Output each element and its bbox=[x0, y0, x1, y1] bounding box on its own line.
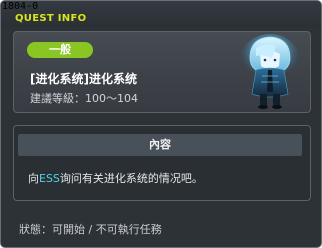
description-prefix: 向 bbox=[28, 172, 39, 185]
level-requirement: 建議等級：100～104 bbox=[30, 92, 138, 105]
window-id-label: 1804-0 bbox=[2, 1, 39, 12]
quest-info-window: QUEST INFO 一般 [进化系统]进化系统 建議等級：100～104 內容… bbox=[0, 0, 322, 248]
window-title: QUEST INFO bbox=[15, 13, 87, 24]
description-suffix: 询问有关进化系统的情况吧。 bbox=[59, 172, 203, 185]
content-header: 內容 bbox=[18, 134, 302, 156]
quest-description: 向ESS询问有关进化系统的情况吧。 bbox=[28, 170, 203, 186]
npc-portrait-icon bbox=[240, 34, 300, 109]
quest-status: 狀態：可開始 / 不可執行任務 bbox=[19, 223, 162, 236]
quest-category-badge: 一般 bbox=[27, 42, 93, 58]
quest-content-panel: 內容 向ESS询问有关进化系统的情况吧。 bbox=[13, 125, 311, 201]
title-bar[interactable]: QUEST INFO bbox=[1, 1, 321, 27]
quest-name: [进化系统]进化系统 bbox=[30, 72, 137, 86]
npc-name-link[interactable]: ESS bbox=[39, 172, 60, 185]
quest-summary-panel: 一般 [进化系统]进化系统 建議等級：100～104 bbox=[13, 31, 311, 113]
